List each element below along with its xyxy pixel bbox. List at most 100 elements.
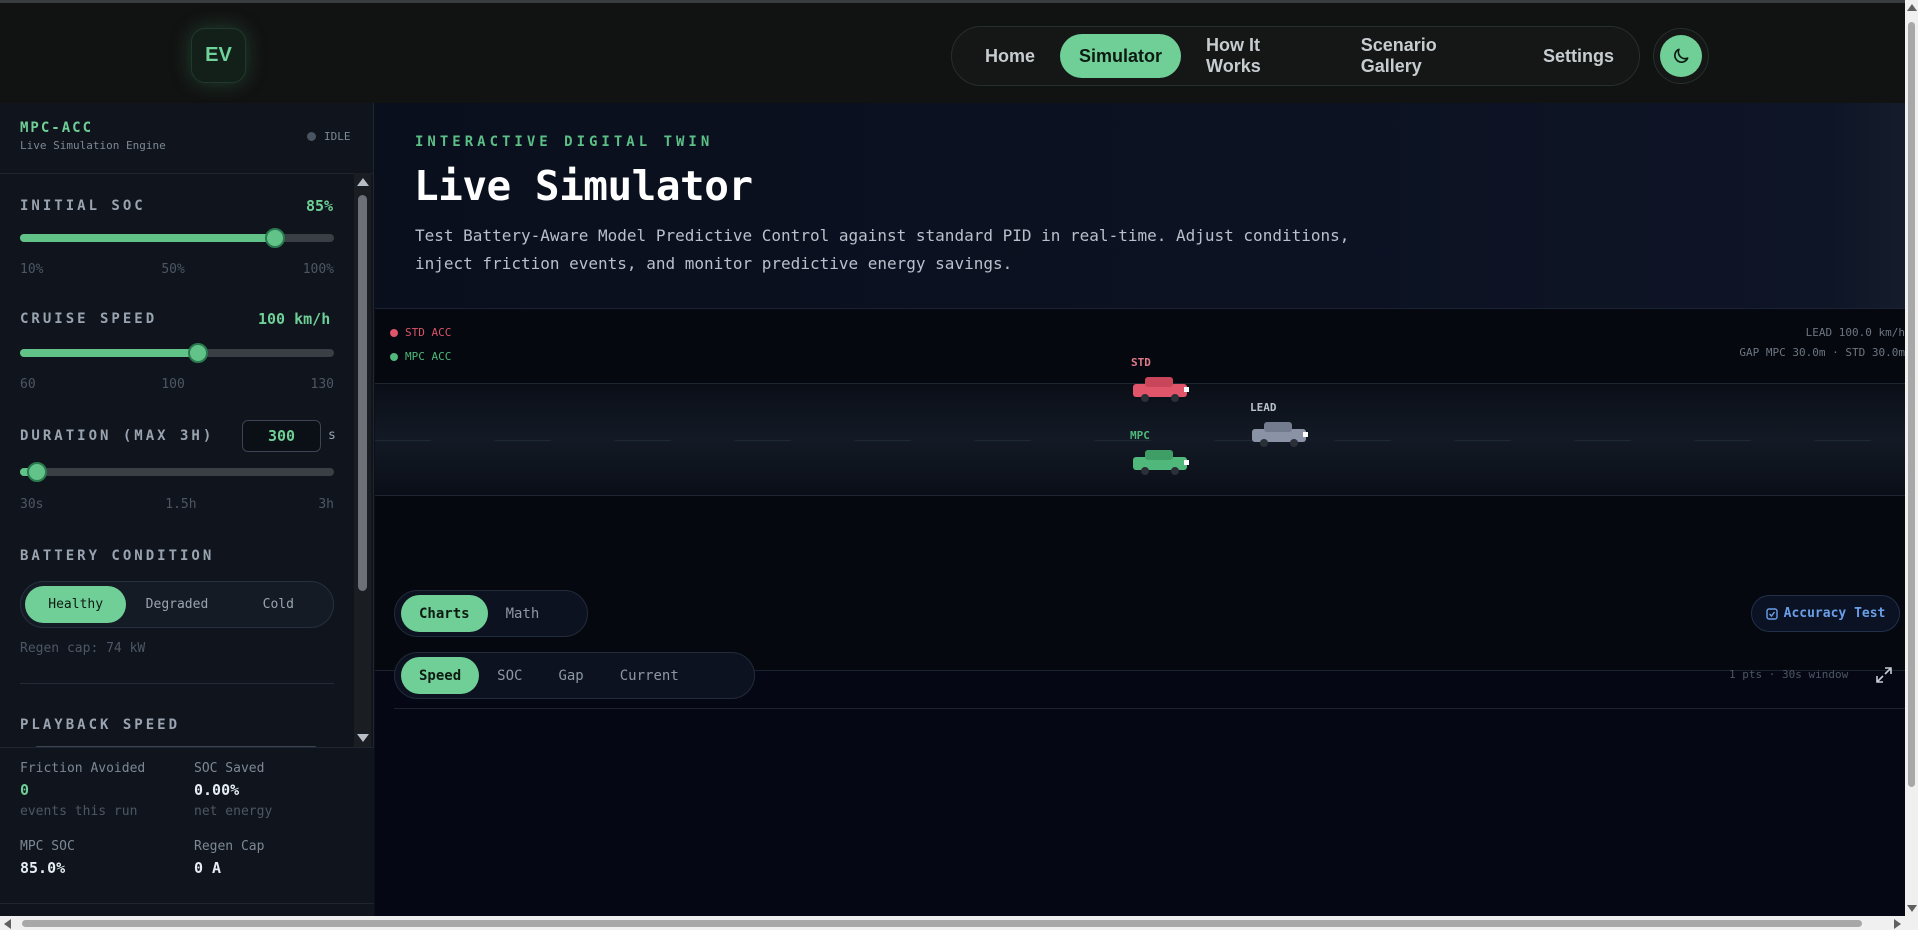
view-tabs: Charts Math xyxy=(394,590,588,637)
scroll-up-icon[interactable] xyxy=(1907,4,1917,11)
tick-label: 60 xyxy=(20,377,36,392)
scroll-right-icon[interactable] xyxy=(1894,919,1901,929)
legend-mpc: MPC ACC xyxy=(390,350,451,363)
legend-mpc-label: MPC ACC xyxy=(405,350,452,363)
stats-panel: Friction Avoided 0 events this run SOC S… xyxy=(0,747,374,916)
expand-icon[interactable] xyxy=(1875,666,1893,684)
stat-value: 0 xyxy=(20,781,30,799)
stat-title: SOC Saved xyxy=(194,761,265,776)
gap-readout: GAP MPC 30.0m · STD 30.0m xyxy=(1739,346,1905,359)
accuracy-test-label: Accuracy Test xyxy=(1783,606,1886,621)
legend-mpc-dot xyxy=(390,352,398,361)
battery-option-cold[interactable]: Cold xyxy=(228,586,329,623)
battery-condition-selector: Healthy Degraded Cold xyxy=(20,581,334,628)
tick-label: 100 xyxy=(161,377,185,392)
legend-std-dot xyxy=(390,328,398,337)
cruise-speed-label: CRUISE SPEED xyxy=(20,311,158,327)
status-text: IDLE xyxy=(324,130,351,143)
cruise-speed-handle[interactable] xyxy=(188,343,208,363)
nav-simulator[interactable]: Simulator xyxy=(1060,34,1182,78)
nav-how-it-works[interactable]: How It Works xyxy=(1187,34,1336,78)
scrollbar-thumb[interactable] xyxy=(358,195,367,591)
battery-condition-label: BATTERY CONDITION xyxy=(20,548,215,564)
cruise-speed-fill xyxy=(20,349,198,357)
scroll-down-icon[interactable] xyxy=(1907,905,1917,912)
tab-speed[interactable]: Speed xyxy=(401,657,480,694)
nav-settings[interactable]: Settings xyxy=(1524,34,1633,78)
duration-slider[interactable] xyxy=(20,462,334,482)
car-label-lead: LEAD xyxy=(1250,401,1277,414)
window-horizontal-scrollbar[interactable] xyxy=(0,916,1918,930)
duration-unit: s xyxy=(328,428,336,443)
chart-area-divider xyxy=(394,708,1905,709)
tick-label: 30s xyxy=(20,497,44,512)
main-nav: Home Simulator How It Works Scenario Gal… xyxy=(951,26,1640,86)
status-badge: IDLE xyxy=(307,130,351,143)
legend-std: STD ACC xyxy=(390,326,451,339)
tab-math[interactable]: Math xyxy=(488,595,558,632)
tab-charts[interactable]: Charts xyxy=(401,595,488,632)
stat-mpc-soc: MPC SOC 85.0% xyxy=(20,839,75,877)
stat-soc-saved: SOC Saved 0.00% net energy xyxy=(194,761,272,819)
duration-handle[interactable] xyxy=(27,462,48,482)
stat-friction-avoided: Friction Avoided 0 events this run xyxy=(20,761,145,819)
cruise-speed-ticks: 60 100 130 xyxy=(20,377,334,392)
tick-label: 3h xyxy=(318,497,334,512)
tab-gap[interactable]: Gap xyxy=(540,657,601,694)
scroll-up-icon[interactable] xyxy=(357,178,369,186)
tab-soc[interactable]: SOC xyxy=(479,657,540,694)
initial-soc-label: INITIAL SOC xyxy=(20,198,146,214)
tick-label: 130 xyxy=(310,377,334,392)
theme-toggle-inner xyxy=(1660,35,1702,77)
stat-sub: events this run xyxy=(20,804,138,819)
regen-cap-note: Regen cap: 74 kW xyxy=(20,641,146,656)
duration-input[interactable]: 300 xyxy=(242,420,321,452)
nav-scenario-gallery[interactable]: Scenario Gallery xyxy=(1342,34,1518,78)
moon-icon xyxy=(1674,48,1689,63)
window-vertical-scrollbar[interactable] xyxy=(1905,0,1918,916)
tick-label: 10% xyxy=(20,262,44,277)
logo[interactable]: EV xyxy=(191,28,246,83)
control-sidebar: MPC-ACC Live Simulation Engine IDLE INIT… xyxy=(0,103,374,916)
scroll-down-icon[interactable] xyxy=(357,734,369,742)
status-dot-icon xyxy=(307,132,316,141)
sidebar-subtitle: Live Simulation Engine xyxy=(20,139,166,152)
stat-title: Friction Avoided xyxy=(20,761,146,776)
stat-value: 85.0% xyxy=(20,859,66,877)
simulation-canvas: STD ACC MPC ACC LEAD 100.0 km/h GAP MPC … xyxy=(375,310,1905,671)
cruise-speed-value: 100 km/h xyxy=(258,310,331,328)
main-content: INTERACTIVE DIGITAL TWIN Live Simulator … xyxy=(375,103,1905,916)
scroll-left-icon[interactable] xyxy=(4,919,11,929)
page-title: Live Simulator xyxy=(414,162,753,210)
tick-label: 100% xyxy=(302,262,334,277)
initial-soc-value: 85% xyxy=(306,197,334,215)
tick-label: 1.5h xyxy=(165,497,197,512)
hero-eyebrow: INTERACTIVE DIGITAL TWIN xyxy=(415,134,714,150)
nav-home[interactable]: Home xyxy=(966,34,1054,78)
checkbox-icon xyxy=(1765,607,1778,620)
initial-soc-handle[interactable] xyxy=(265,228,285,248)
car-label-mpc: MPC xyxy=(1130,429,1150,442)
sidebar-scrollbar[interactable] xyxy=(354,173,371,747)
hero-section: INTERACTIVE DIGITAL TWIN Live Simulator … xyxy=(375,103,1905,309)
duration-ticks: 30s 1.5h 3h xyxy=(20,497,334,512)
duration-label: DURATION (MAX 3H) xyxy=(20,428,215,444)
chart-window-info: 1 pts · 30s window xyxy=(1729,668,1849,681)
lead-car-icon xyxy=(1252,422,1308,447)
theme-toggle-button[interactable] xyxy=(1653,28,1709,84)
scrollbar-thumb[interactable] xyxy=(1908,22,1915,787)
initial-soc-slider[interactable] xyxy=(20,228,334,248)
scrollbar-thumb[interactable] xyxy=(22,920,1862,927)
stat-sub: net energy xyxy=(194,804,273,819)
initial-soc-ticks: 10% 50% 100% xyxy=(20,262,334,277)
stats-divider xyxy=(0,903,374,904)
battery-option-degraded[interactable]: Degraded xyxy=(126,586,227,623)
stat-title: Regen Cap xyxy=(194,839,265,854)
cruise-speed-slider[interactable] xyxy=(20,343,334,363)
battery-option-healthy[interactable]: Healthy xyxy=(25,586,127,623)
hero-description: Test Battery-Aware Model Predictive Cont… xyxy=(415,226,1350,273)
car-label-std: STD xyxy=(1131,356,1151,369)
sidebar-title: MPC-ACC xyxy=(20,120,94,136)
accuracy-test-button[interactable]: Accuracy Test xyxy=(1751,595,1900,632)
tab-current[interactable]: Current xyxy=(602,657,697,694)
